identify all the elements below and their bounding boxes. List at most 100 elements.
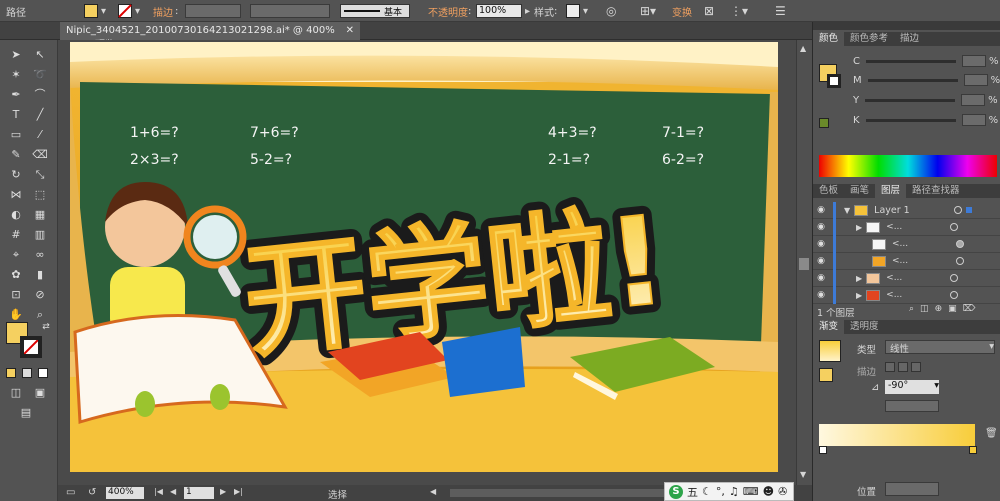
eye-icon[interactable]: ◉ [813, 256, 829, 266]
chevron-right-icon[interactable]: ▸ [525, 6, 530, 17]
close-icon[interactable]: ✕ [346, 25, 354, 37]
brush-dropdown[interactable]: 基本 [340, 4, 410, 18]
sublayer-label[interactable]: <... [886, 222, 950, 232]
recolor-icon[interactable]: ◎ [606, 3, 616, 19]
dot-icon[interactable]: °, [716, 485, 725, 498]
rotate-tool-icon[interactable]: ↻ [8, 168, 24, 182]
tab-gradient[interactable]: 渐变 [813, 320, 845, 334]
user-icon[interactable]: ☻ [763, 485, 774, 498]
k-field[interactable] [961, 114, 986, 126]
eye-icon[interactable]: ◉ [813, 205, 829, 215]
eye-icon[interactable]: ◉ [813, 239, 829, 249]
align-icon[interactable]: ⊞▾ [640, 3, 656, 19]
delete-stop-icon[interactable]: 🗑 [985, 428, 998, 439]
sublayer-row[interactable]: ◉ ▶ <... [813, 269, 1000, 287]
selection-tool-icon[interactable]: ➤ [8, 48, 24, 62]
new-layer-icon[interactable]: ▣ [948, 304, 957, 314]
sublayer-row[interactable]: ◉ <... [813, 235, 1000, 253]
y-field[interactable] [961, 94, 986, 106]
scroll-thumb[interactable] [799, 258, 809, 270]
target-icon[interactable] [956, 240, 964, 248]
target-icon[interactable] [956, 257, 964, 265]
hscroll-left-icon[interactable]: ◀ [430, 487, 436, 496]
perspective-grid-tool-icon[interactable]: ▦ [32, 208, 48, 222]
symbol-sprayer-tool-icon[interactable]: ✿ [8, 268, 24, 282]
rectangle-tool-icon[interactable]: ▭ [8, 128, 24, 142]
pencil-tool-icon[interactable]: ✎ [8, 148, 24, 162]
layer-name[interactable]: Layer 1 [874, 205, 954, 216]
slice-tool-icon[interactable]: ⊘ [32, 288, 48, 302]
paintbrush-tool-icon[interactable]: ⁄ [32, 128, 48, 142]
gradient-mode-icon[interactable] [22, 368, 32, 378]
hand-tool-icon[interactable]: ✋ [8, 308, 24, 322]
page-field[interactable]: 1 [184, 487, 214, 499]
eye-icon[interactable]: ◉ [813, 290, 829, 300]
new-sublayer-icon[interactable]: ⊕ [935, 304, 943, 314]
gradient-tool-icon[interactable]: ▥ [32, 228, 48, 242]
artboard[interactable]: 1+6=? 2×3=? 7+6=? 5-2=? 4+3=? 2-1=? 7-1=… [70, 42, 778, 472]
last-page-icon[interactable]: ▶| [234, 487, 243, 496]
expand-icon[interactable]: ▶ [856, 291, 862, 300]
scale-tool-icon[interactable]: ⤡ [32, 168, 48, 182]
none-mode-icon[interactable] [38, 368, 48, 378]
scroll-up-icon[interactable]: ▲ [800, 44, 806, 53]
opacity-label[interactable]: 不透明度 [428, 4, 468, 19]
wrench-icon[interactable]: ✇ [778, 485, 787, 498]
target-icon[interactable] [954, 206, 963, 214]
moon-icon[interactable]: ☾ [702, 485, 712, 498]
sublayer-label[interactable]: <... [892, 256, 956, 266]
stroke-along-icon[interactable] [898, 362, 908, 372]
chevron-down-icon[interactable]: ▾ [101, 6, 106, 17]
keyboard-icon[interactable]: ⌨ [743, 485, 759, 498]
eraser-tool-icon[interactable]: ⌫ [32, 148, 48, 162]
transform-link[interactable]: 变换 [672, 4, 692, 19]
color-spectrum[interactable] [819, 155, 997, 177]
k-slider[interactable] [865, 118, 956, 122]
tab-transparency[interactable]: 透明度 [844, 320, 885, 334]
stroke-within-icon[interactable] [885, 362, 895, 372]
gradient-preview-swatch[interactable] [819, 340, 841, 362]
change-screen-mode-icon[interactable]: ▤ [18, 406, 34, 420]
panel-menu-icon[interactable]: ☰ [775, 3, 786, 19]
layer-row-main[interactable]: ◉ ▼ Layer 1 [813, 201, 1000, 219]
tab-swatches[interactable]: 色板 [813, 184, 844, 198]
color-stroke-swatch[interactable] [827, 74, 841, 88]
stroke-across-icon[interactable] [911, 362, 921, 372]
out-of-gamut-swatch[interactable] [819, 118, 829, 128]
chevron-down-icon[interactable]: ▾ [135, 6, 140, 17]
angle-field[interactable]: -90° ▾ [885, 380, 939, 394]
ime-mode[interactable]: 五 [687, 484, 698, 500]
c-field[interactable] [961, 55, 986, 67]
c-slider[interactable] [865, 59, 956, 63]
draw-mode-icon[interactable]: ◫ [8, 386, 24, 400]
scroll-down-icon[interactable]: ▼ [800, 470, 806, 479]
type-tool-icon[interactable]: T [8, 108, 24, 122]
graphic-style-swatch[interactable] [566, 4, 580, 18]
target-icon[interactable] [950, 274, 959, 282]
arrange-icon[interactable]: ⋮▾ [730, 3, 748, 19]
first-page-icon[interactable]: |◀ [154, 487, 163, 496]
stroke-swatch[interactable] [118, 4, 132, 18]
sublayer-label[interactable]: <... [892, 239, 956, 249]
trash-icon[interactable]: ⌦ [963, 304, 976, 314]
screen-mode-icon[interactable]: ▣ [32, 386, 48, 400]
sublayer-label[interactable]: <... [886, 290, 950, 300]
artboard-nav-icon[interactable]: ▭ [66, 487, 75, 498]
sublayer-label[interactable]: <... [886, 273, 950, 283]
stroke-weight-field[interactable] [185, 4, 241, 18]
shape-builder-tool-icon[interactable]: ◐ [8, 208, 24, 222]
color-mode-icon[interactable] [6, 368, 16, 378]
y-slider[interactable] [865, 98, 956, 102]
zoom-field[interactable]: 400% [106, 487, 144, 499]
line-tool-icon[interactable]: ╱ [32, 108, 48, 122]
direct-selection-tool-icon[interactable]: ↖ [32, 48, 48, 62]
mesh-tool-icon[interactable]: # [8, 228, 24, 242]
lasso-tool-icon[interactable]: ➰ [32, 68, 48, 82]
stroke-label[interactable]: 描边 [153, 4, 173, 19]
m-slider[interactable] [867, 78, 958, 82]
variable-width-dropdown[interactable] [250, 4, 330, 18]
rotate-view-icon[interactable]: ↺ [88, 487, 96, 498]
blend-tool-icon[interactable]: ∞ [32, 248, 48, 262]
opacity-field[interactable]: 100% [476, 4, 522, 18]
eye-icon[interactable]: ◉ [813, 222, 829, 232]
